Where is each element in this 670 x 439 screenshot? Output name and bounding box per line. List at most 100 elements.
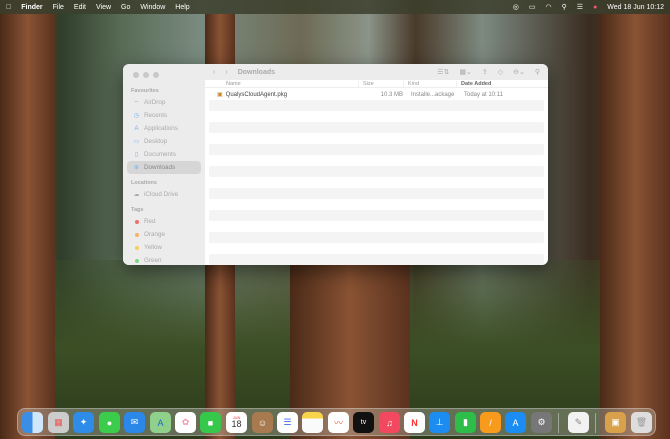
tv-label: tv xyxy=(360,419,367,426)
wifi-icon[interactable]: ◠ xyxy=(546,3,552,11)
file-list: ▣ QualysCloudAgent.pkg 10.3 MB Installe..… xyxy=(205,88,548,265)
sidebar-tag-red[interactable]: Red xyxy=(127,215,201,228)
zoom-button[interactable] xyxy=(153,72,159,78)
sidebar-item-airdrop[interactable]: ⌔ AirDrop xyxy=(127,96,201,109)
news-icon[interactable]: N xyxy=(404,412,425,433)
sidebar-tag-orange[interactable]: Orange xyxy=(127,228,201,241)
mail-icon[interactable]: ✉ xyxy=(124,412,145,433)
freeform-icon[interactable]: 〰 xyxy=(328,412,349,433)
airdrop-icon: ⌔ xyxy=(133,100,140,107)
sidebar-item-label: Yellow xyxy=(144,244,162,251)
tag-dot-icon xyxy=(134,232,139,237)
sidebar-item-recents[interactable]: ◷ Recents xyxy=(127,109,201,122)
file-date-added: Today at 10:11 xyxy=(464,91,503,98)
numbers-icon[interactable]: ▮ xyxy=(455,412,476,433)
close-button[interactable] xyxy=(133,72,139,78)
installer-icon[interactable]: ▣ xyxy=(605,412,626,433)
sidebar-item-label: AirDrop xyxy=(144,99,166,106)
sidebar-item-desktop[interactable]: ▭ Desktop xyxy=(127,135,201,148)
sidebar-heading-tags: Tags xyxy=(131,207,144,213)
menu-view[interactable]: View xyxy=(96,4,111,11)
window-controls xyxy=(133,72,201,78)
safari-icon[interactable]: ✦ xyxy=(73,412,94,433)
pages-icon[interactable]: / xyxy=(480,412,501,433)
empty-row xyxy=(209,177,544,188)
empty-row xyxy=(209,199,544,210)
clock-icon: ◷ xyxy=(133,113,140,119)
screen-record-icon[interactable]: ◎ xyxy=(513,3,519,11)
package-icon: ▣ xyxy=(217,92,223,98)
share-icon[interactable]: ⇪ xyxy=(482,68,488,76)
minimize-button[interactable] xyxy=(143,72,149,78)
more-actions-icon[interactable]: ⊖⌄ xyxy=(513,68,525,76)
sidebar-item-label: iCloud Drive xyxy=(144,191,179,198)
clock[interactable]: Wed 18 Jun 10:12 xyxy=(607,4,664,11)
contacts-icon[interactable]: ☺ xyxy=(252,412,273,433)
empty-row xyxy=(209,144,544,155)
column-kind[interactable]: Kind xyxy=(403,80,456,87)
system-settings-icon[interactable]: ⚙ xyxy=(531,412,552,433)
column-name[interactable]: Name xyxy=(205,81,358,87)
menu-window[interactable]: Window xyxy=(140,4,165,11)
empty-row xyxy=(209,254,544,265)
file-row[interactable]: ▣ QualysCloudAgent.pkg 10.3 MB Installe..… xyxy=(209,89,544,100)
wallpaper-tree xyxy=(0,14,55,439)
keynote-icon[interactable]: ⊥ xyxy=(429,412,450,433)
apple-tv-icon[interactable]: tv xyxy=(353,412,374,433)
empty-row xyxy=(209,133,544,144)
forward-button[interactable]: › xyxy=(225,69,227,76)
tag-dot-icon xyxy=(134,258,139,263)
calendar-icon[interactable]: JUN 18 xyxy=(226,412,247,433)
photos-icon[interactable]: ✿ xyxy=(175,412,196,433)
sidebar-item-label: Orange xyxy=(144,231,166,238)
sidebar-item-label: Applications xyxy=(144,125,178,132)
menu-app-finder[interactable]: Finder xyxy=(21,4,42,11)
menu-edit[interactable]: Edit xyxy=(74,4,86,11)
siri-icon[interactable]: ● xyxy=(593,4,597,11)
downloads-icon: ⊕ xyxy=(133,165,140,171)
applications-icon: A xyxy=(134,125,139,132)
messages-icon[interactable]: ● xyxy=(99,412,120,433)
empty-row xyxy=(209,232,544,243)
list-view-icon[interactable]: ☰⇅ xyxy=(437,68,449,76)
sidebar-item-label: Recents xyxy=(144,112,168,119)
column-date-added[interactable]: Date Added xyxy=(456,80,548,87)
dock: ▦ ✦ ● ✉ A ✿ ■ JUN 18 ☺ ☰ 〰 tv ♫ N ⊥ ▮ / A… xyxy=(17,408,656,436)
textedit-icon[interactable]: ✎ xyxy=(568,412,589,433)
control-center-icon[interactable]: ☰ xyxy=(577,3,583,11)
window-title: Downloads xyxy=(237,68,276,76)
sidebar-item-documents[interactable]: ▯ Documents xyxy=(127,148,201,161)
apple-menu-icon[interactable]:  xyxy=(6,4,11,11)
calendar-day: 18 xyxy=(231,419,242,429)
menu-help[interactable]: Help xyxy=(175,4,189,11)
sidebar-tag-green[interactable]: Green xyxy=(127,254,201,265)
back-button[interactable]: ‹ xyxy=(213,69,215,76)
notes-icon[interactable] xyxy=(302,412,323,433)
group-view-icon[interactable]: ▦⌄ xyxy=(459,68,471,76)
spotlight-icon[interactable]: ⚲ xyxy=(562,3,567,11)
menu-file[interactable]: File xyxy=(53,4,64,11)
sidebar-item-icloud-drive[interactable]: ☁ iCloud Drive xyxy=(127,188,201,201)
file-name: QualysCloudAgent.pkg xyxy=(225,91,288,98)
app-store-icon[interactable]: A xyxy=(505,412,526,433)
column-size[interactable]: Size xyxy=(358,80,403,87)
dock-divider xyxy=(595,413,596,433)
reminders-icon[interactable]: ☰ xyxy=(277,412,298,433)
menu-go[interactable]: Go xyxy=(121,4,130,11)
sidebar-item-applications[interactable]: A Applications xyxy=(127,122,201,135)
battery-icon[interactable]: ▭ xyxy=(529,3,536,11)
maps-icon[interactable]: A xyxy=(150,412,171,433)
sidebar-item-downloads[interactable]: ⊕ Downloads xyxy=(127,161,201,174)
sidebar-tag-yellow[interactable]: Yellow xyxy=(127,241,201,254)
music-icon[interactable]: ♫ xyxy=(379,412,400,433)
facetime-icon[interactable]: ■ xyxy=(200,412,221,433)
trash-icon[interactable]: 🗑 xyxy=(631,412,652,433)
tag-icon[interactable]: ◇ xyxy=(498,68,503,76)
empty-row xyxy=(209,100,544,111)
sidebar-item-label: Green xyxy=(144,257,162,264)
finder-icon[interactable] xyxy=(22,412,43,433)
tag-dot-icon xyxy=(134,219,139,224)
launchpad-icon[interactable]: ▦ xyxy=(48,412,69,433)
empty-row xyxy=(209,221,544,232)
search-icon[interactable]: ⚲ xyxy=(535,68,540,76)
